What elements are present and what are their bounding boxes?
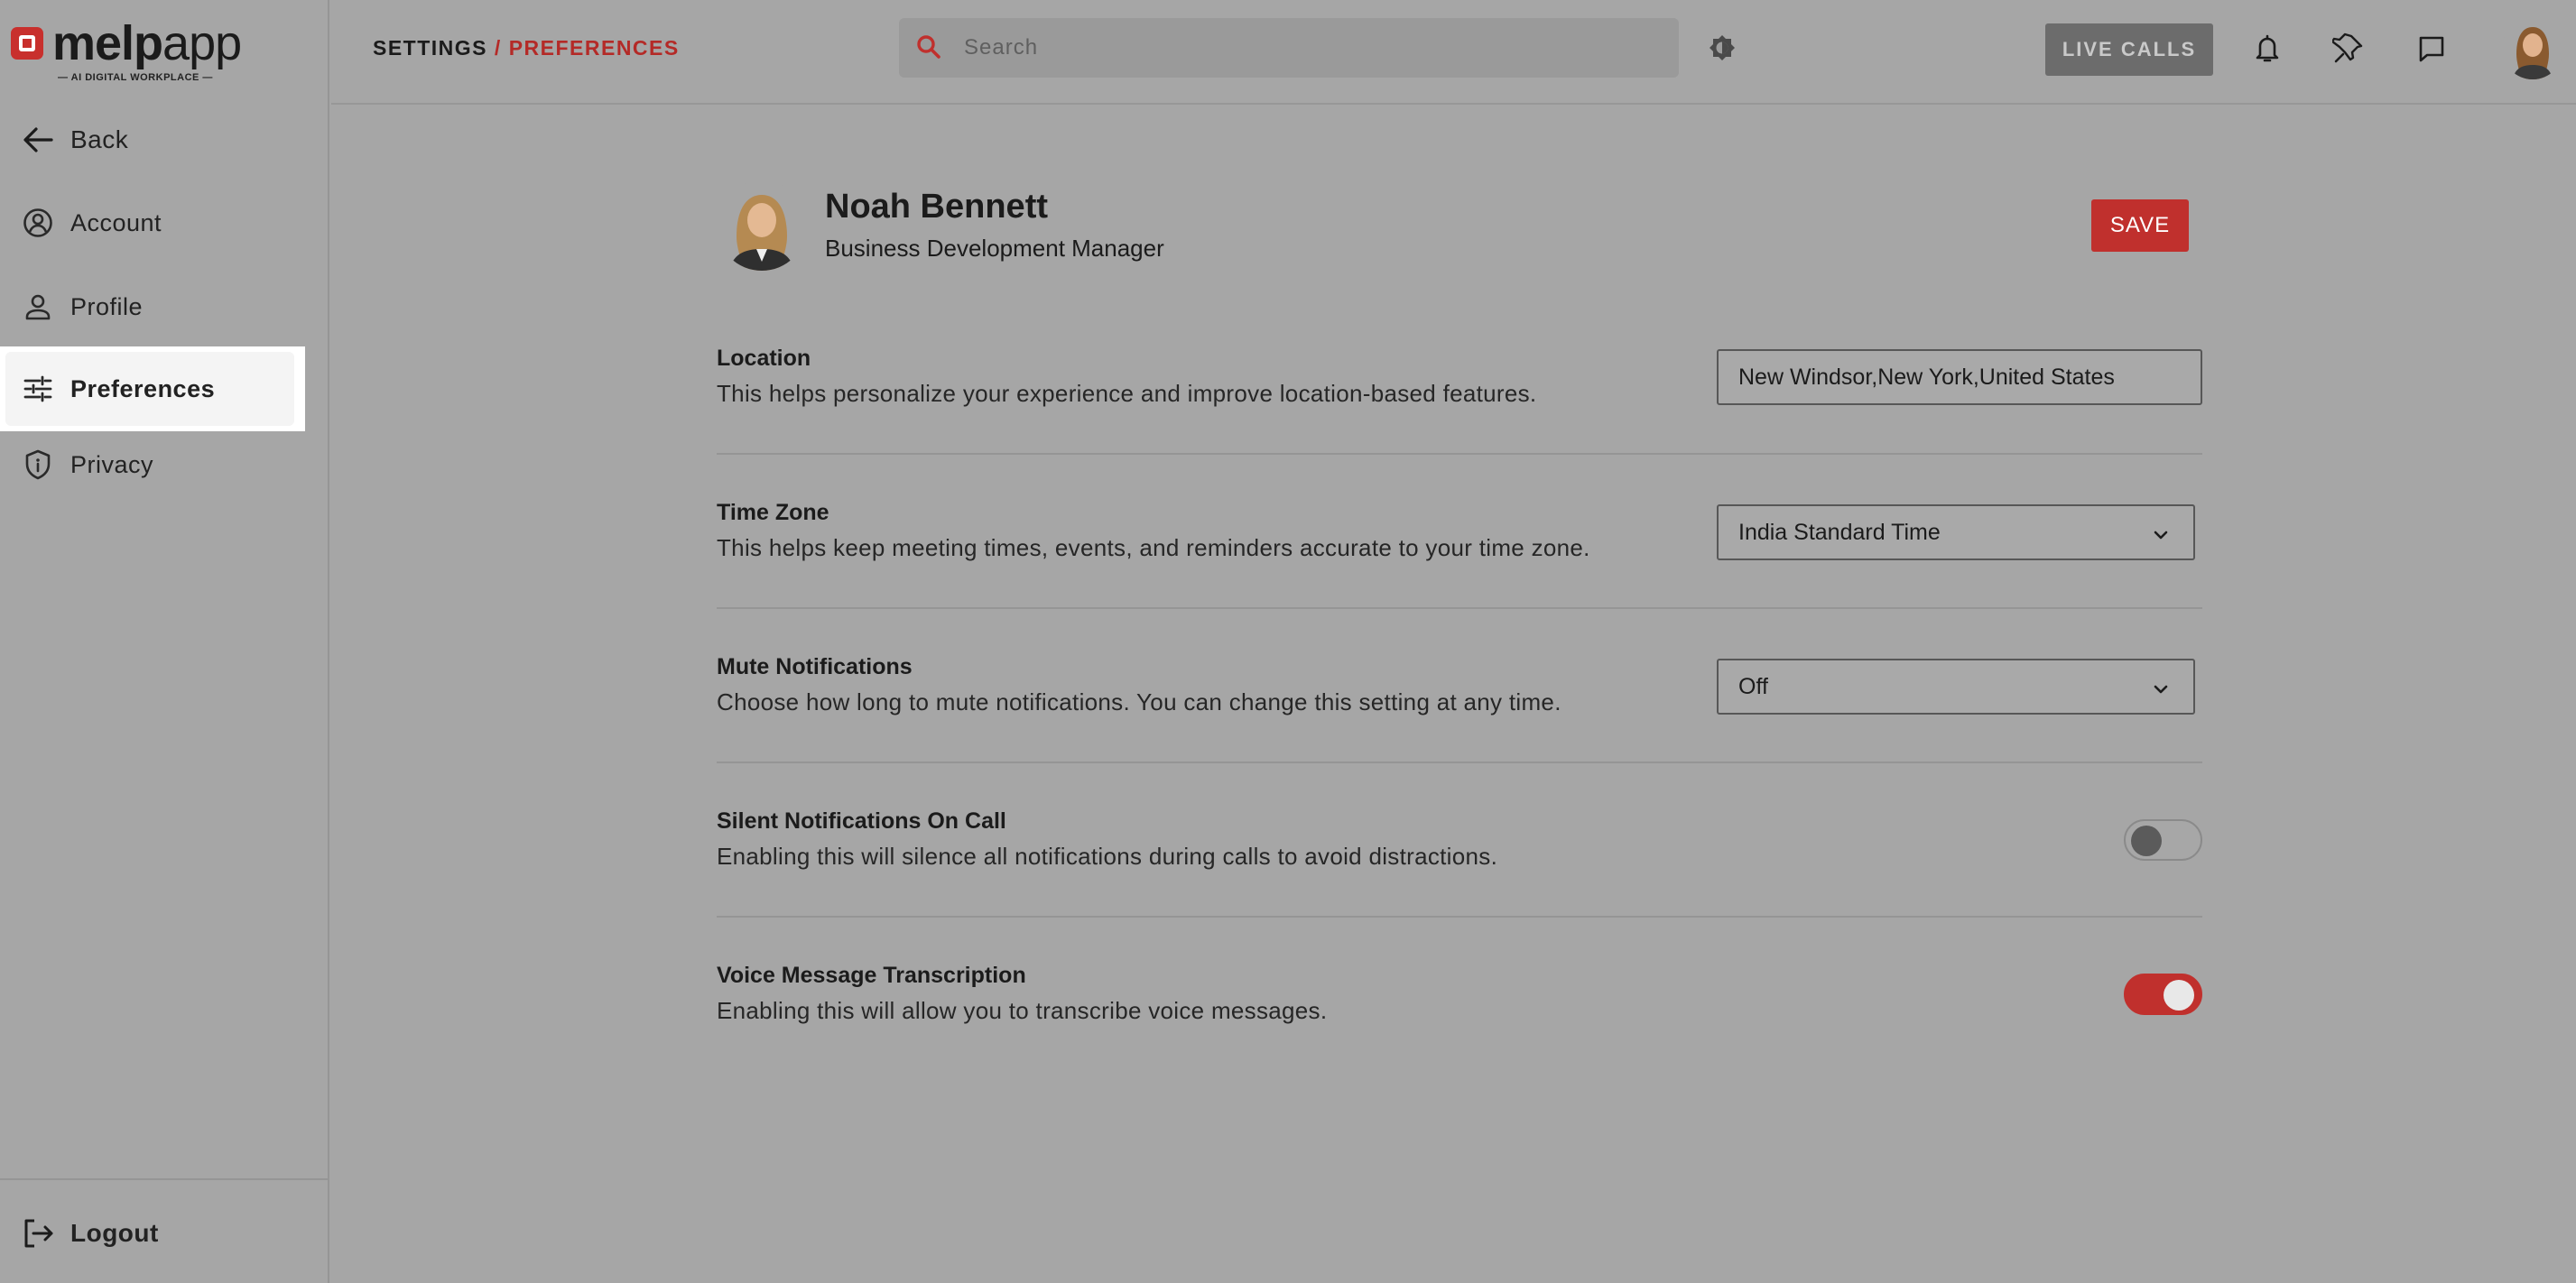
shield-icon xyxy=(22,448,54,481)
profile-name: Noah Bennett xyxy=(825,188,1048,226)
back-label: Back xyxy=(70,125,129,153)
arrow-left-icon xyxy=(22,124,54,156)
sidebar-item-privacy[interactable]: Privacy xyxy=(0,422,305,507)
sidebar: melpapp — AI DIGITAL WORKPLACE — Back Ac… xyxy=(0,0,329,1283)
setting-description: Choose how long to mute notifications. Y… xyxy=(717,688,1561,715)
breadcrumb-current: PREFERENCES xyxy=(508,36,680,60)
voice-transcription-toggle[interactable] xyxy=(2124,974,2202,1015)
logout-label: Logout xyxy=(70,1219,159,1247)
setting-title: Voice Message Transcription xyxy=(717,963,1026,988)
sidebar-item-label: Preferences xyxy=(70,374,216,402)
setting-description: This helps personalize your experience a… xyxy=(717,380,1537,407)
setting-location: Location This helps personalize your exp… xyxy=(717,300,2202,455)
sliders-icon xyxy=(22,373,54,405)
logo-mark-icon xyxy=(11,27,43,60)
logo-tagline: — AI DIGITAL WORKPLACE — xyxy=(58,72,213,83)
logout-button[interactable]: Logout xyxy=(0,1191,305,1276)
profile-avatar xyxy=(717,180,807,271)
search-icon xyxy=(915,33,944,62)
silent-on-call-toggle[interactable] xyxy=(2124,819,2202,861)
mute-duration-select[interactable]: Off xyxy=(1717,659,2195,715)
back-button[interactable]: Back xyxy=(0,97,305,182)
person-icon xyxy=(22,291,54,323)
account-circle-icon xyxy=(22,207,54,239)
chat-icon[interactable] xyxy=(2414,31,2450,67)
search-input[interactable] xyxy=(964,35,1650,60)
setting-title: Time Zone xyxy=(717,500,829,525)
logout-icon xyxy=(22,1217,54,1250)
sidebar-item-account[interactable]: Account xyxy=(0,180,305,265)
setting-description: Enabling this will silence all notificat… xyxy=(717,843,1498,870)
setting-description: Enabling this will allow you to transcri… xyxy=(717,997,1328,1024)
setting-silent-on-call: Silent Notifications On Call Enabling th… xyxy=(717,763,2202,918)
logo-wordmark: melpapp xyxy=(52,16,242,70)
profile-role: Business Development Manager xyxy=(825,235,1164,262)
location-field[interactable]: New Windsor,New York,United States xyxy=(1717,349,2202,405)
sidebar-item-label: Account xyxy=(70,208,162,236)
sidebar-item-label: Profile xyxy=(70,292,144,320)
pin-icon[interactable] xyxy=(2330,31,2367,67)
bell-icon[interactable] xyxy=(2249,31,2285,67)
app-logo[interactable]: melpapp — AI DIGITAL WORKPLACE — xyxy=(11,16,246,88)
setting-title: Location xyxy=(717,346,811,371)
chevron-down-icon xyxy=(2152,678,2170,697)
theme-toggle-icon[interactable] xyxy=(1707,32,1737,63)
timezone-value: India Standard Time xyxy=(1738,519,1941,545)
sidebar-item-label: Privacy xyxy=(70,450,154,478)
breadcrumb: SETTINGS / PREFERENCES xyxy=(373,36,680,60)
breadcrumb-separator: / xyxy=(494,36,502,60)
sidebar-item-profile[interactable]: Profile xyxy=(0,264,305,349)
live-calls-button[interactable]: LIVE CALLS xyxy=(2045,23,2213,76)
user-avatar[interactable] xyxy=(2502,18,2563,79)
save-button[interactable]: SAVE xyxy=(2091,199,2189,252)
sidebar-divider xyxy=(0,1178,329,1180)
breadcrumb-root[interactable]: SETTINGS xyxy=(373,36,487,60)
setting-voice-transcription: Voice Message Transcription Enabling thi… xyxy=(717,918,2202,1072)
toggle-knob xyxy=(2164,980,2194,1011)
setting-description: This helps keep meeting times, events, a… xyxy=(717,534,1590,561)
top-header: SETTINGS / PREFERENCES LIVE CALLS xyxy=(331,0,2576,105)
chevron-down-icon xyxy=(2152,524,2170,542)
search-bar[interactable] xyxy=(899,18,1679,78)
setting-timezone: Time Zone This helps keep meeting times,… xyxy=(717,455,2202,609)
setting-title: Mute Notifications xyxy=(717,654,913,679)
sidebar-item-preferences[interactable]: Preferences xyxy=(0,346,305,431)
setting-mute-notifications: Mute Notifications Choose how long to mu… xyxy=(717,609,2202,763)
mute-value: Off xyxy=(1738,673,1768,699)
toggle-knob xyxy=(2131,826,2162,856)
timezone-select[interactable]: India Standard Time xyxy=(1717,504,2195,560)
setting-title: Silent Notifications On Call xyxy=(717,808,1006,834)
